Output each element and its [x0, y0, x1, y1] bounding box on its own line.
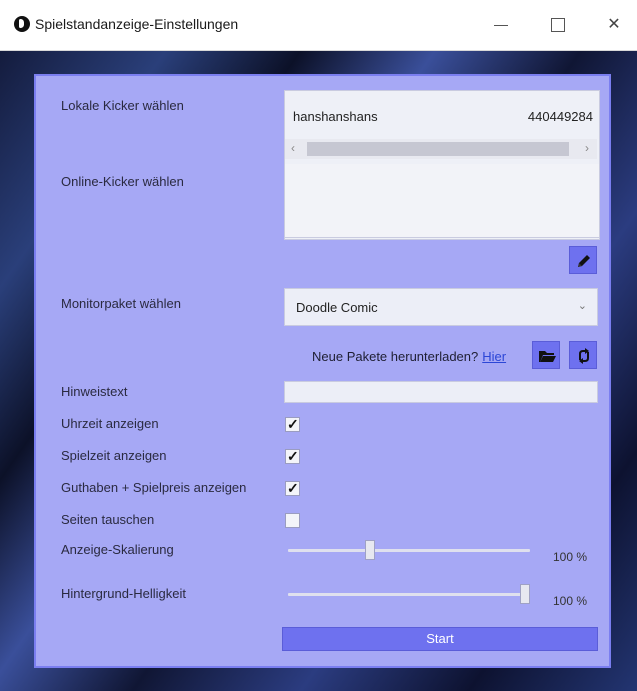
refresh-icon — [579, 348, 589, 364]
refresh-packages-button[interactable] — [569, 341, 597, 369]
kicker-id: 440449284 — [527, 109, 593, 124]
background-brightness-slider[interactable] — [288, 593, 530, 596]
display-scaling-label: Anzeige-Skalierung — [61, 542, 174, 557]
show-playtime-label: Spielzeit anzeigen — [61, 448, 167, 463]
maximize-button[interactable] — [535, 10, 581, 40]
display-scaling-slider-thumb[interactable] — [364, 540, 375, 560]
window-title: Spielstandanzeige-Einstellungen — [35, 16, 239, 32]
close-button[interactable]: ✕ — [591, 10, 637, 40]
show-time-checkbox[interactable]: ✓ — [285, 416, 300, 432]
show-time-label: Uhrzeit anzeigen — [61, 416, 159, 431]
background-brightness-slider-thumb[interactable] — [520, 584, 530, 604]
app-window: Spielstandanzeige-Einstellungen ✕ Lokale… — [0, 0, 637, 691]
scroll-left-icon[interactable]: ‹ — [291, 141, 295, 155]
edit-button[interactable] — [569, 246, 597, 274]
list-item[interactable]: hanshanshans 440449284 — [285, 103, 597, 129]
start-button[interactable]: Start — [282, 627, 598, 651]
chevron-down-icon: ⌄ — [577, 300, 587, 312]
pencil-icon — [578, 255, 590, 267]
open-folder-button[interactable] — [532, 341, 560, 369]
monitor-package-label: Monitorpaket wählen — [61, 296, 181, 311]
folder-icon — [539, 351, 556, 362]
selected-package: Doodle Comic — [296, 300, 378, 315]
minimize-button[interactable] — [478, 10, 524, 40]
horizontal-scrollbar[interactable]: ‹ › — [285, 139, 597, 159]
local-kicker-label: Lokale Kicker wählen — [61, 98, 184, 113]
online-kicker-label: Online-Kicker wählen — [61, 174, 184, 189]
settings-panel: Lokale Kicker wählen hanshanshans 440449… — [34, 74, 611, 668]
app-logo-icon — [14, 16, 30, 32]
show-credit-checkbox[interactable]: ✓ — [285, 480, 300, 496]
checkmark-icon: ✓ — [287, 480, 299, 496]
download-prompt: Neue Pakete herunterladen? Hier — [312, 349, 506, 364]
online-kicker-list[interactable] — [284, 164, 600, 238]
background-brightness-value: 100 % — [553, 594, 588, 608]
checkmark-icon: ✓ — [287, 416, 299, 432]
download-question: Neue Pakete herunterladen? — [312, 349, 479, 364]
display-scaling-value: 100 % — [553, 550, 588, 564]
hint-text-input[interactable] — [284, 381, 598, 403]
checkmark-icon: ✓ — [287, 448, 299, 464]
download-link[interactable]: Hier — [482, 349, 506, 364]
swap-sides-checkbox[interactable] — [285, 513, 300, 528]
show-credit-label: Guthaben + Spielpreis anzeigen — [61, 480, 247, 495]
kicker-name: hanshanshans — [293, 109, 378, 124]
show-playtime-checkbox[interactable]: ✓ — [285, 448, 300, 464]
scroll-right-icon[interactable]: › — [585, 141, 589, 155]
scrollbar-thumb[interactable] — [307, 142, 569, 156]
title-bar: Spielstandanzeige-Einstellungen ✕ — [0, 0, 637, 51]
hint-text-label: Hinweistext — [61, 384, 128, 399]
swap-sides-label: Seiten tauschen — [61, 512, 155, 527]
background-brightness-label: Hintergrund-Helligkeit — [61, 586, 186, 601]
monitor-package-select[interactable]: Doodle Comic ⌄ — [284, 288, 598, 326]
display-scaling-slider[interactable] — [288, 549, 530, 552]
